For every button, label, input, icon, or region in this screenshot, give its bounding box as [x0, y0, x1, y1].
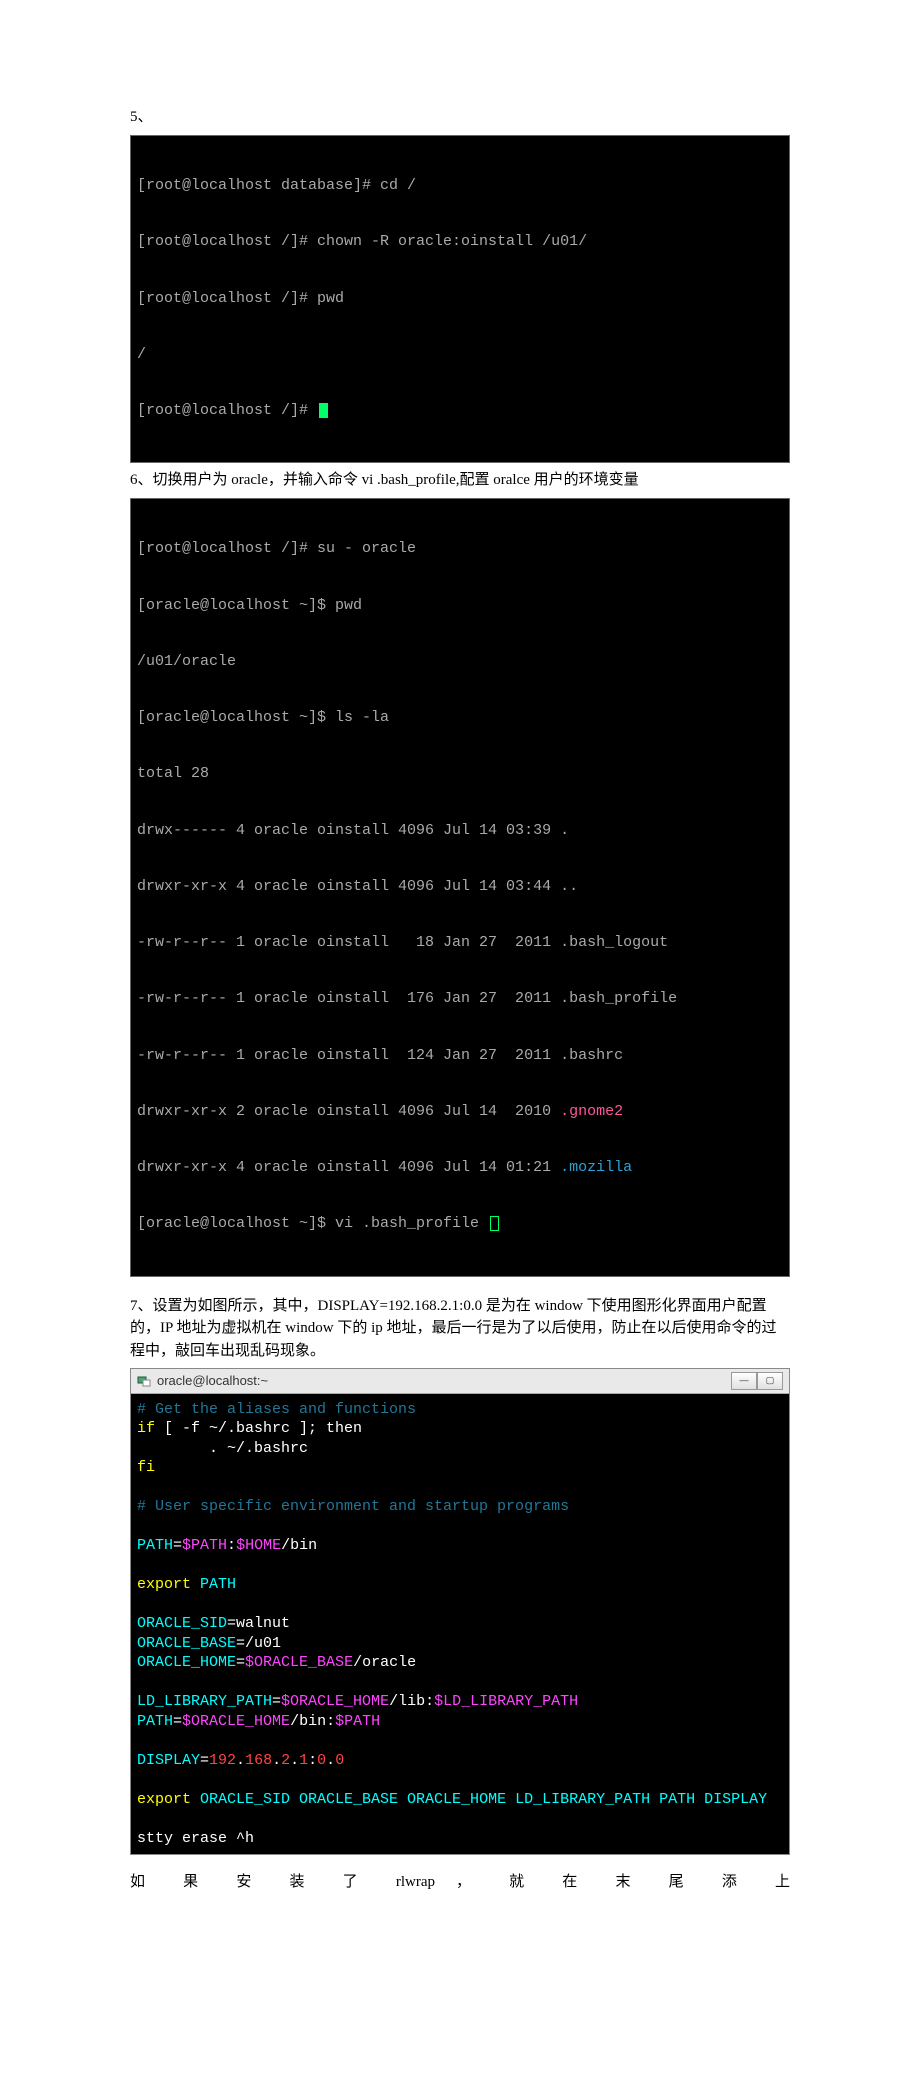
- vi-line: [137, 1673, 783, 1693]
- gnome2-dir: .gnome2: [560, 1103, 623, 1120]
- vi-line: ORACLE_SID=walnut: [137, 1614, 783, 1634]
- vi-line: if [ -f ~/.bashrc ]; then: [137, 1419, 783, 1439]
- vi-line: LD_LIBRARY_PATH=$ORACLE_HOME/lib:$LD_LIB…: [137, 1692, 783, 1712]
- term2-line: -rw-r--r-- 1 oracle oinstall 176 Jan 27 …: [137, 990, 783, 1009]
- maximize-button[interactable]: ▢: [757, 1372, 783, 1390]
- term2-line: [oracle@localhost ~]$ ls -la: [137, 709, 783, 728]
- vi-line: [137, 1770, 783, 1790]
- putty-body: # Get the aliases and functions if [ -f …: [131, 1394, 789, 1855]
- vi-line: ORACLE_BASE=/u01: [137, 1634, 783, 1654]
- term2-line: -rw-r--r-- 1 oracle oinstall 18 Jan 27 2…: [137, 934, 783, 953]
- vi-line: [137, 1556, 783, 1576]
- vi-line: fi: [137, 1458, 783, 1478]
- vi-line: [137, 1478, 783, 1498]
- vi-line: . ~/.bashrc: [137, 1439, 783, 1459]
- vi-line: stty erase ^h: [137, 1829, 783, 1849]
- minimize-button[interactable]: —: [731, 1372, 757, 1390]
- vi-line: ORACLE_HOME=$ORACLE_BASE/oracle: [137, 1653, 783, 1673]
- term2-line: total 28: [137, 765, 783, 784]
- term2-line: -rw-r--r-- 1 oracle oinstall 124 Jan 27 …: [137, 1047, 783, 1066]
- putty-titlebar: oracle@localhost:~ — ▢: [131, 1369, 789, 1394]
- putty-window: oracle@localhost:~ — ▢ # Get the aliases…: [130, 1368, 790, 1855]
- putty-title-area: oracle@localhost:~: [137, 1371, 268, 1391]
- term1-prompt: [root@localhost /]#: [137, 402, 317, 419]
- perm-text: drwxr-xr-x 4 oracle oinstall 4096 Jul 14…: [137, 1159, 560, 1176]
- vi-line: # User specific environment and startup …: [137, 1497, 783, 1517]
- window-controls: — ▢: [731, 1372, 783, 1390]
- cursor-icon: [319, 403, 328, 418]
- term2-line: [oracle@localhost ~]$ pwd: [137, 597, 783, 616]
- term2-line: drwxr-xr-x 2 oracle oinstall 4096 Jul 14…: [137, 1103, 783, 1122]
- term2-line: [root@localhost /]# su - oracle: [137, 540, 783, 559]
- document-page: 5、 [root@localhost database]# cd / [root…: [0, 0, 920, 2080]
- vi-line: export PATH: [137, 1575, 783, 1595]
- vi-line: PATH=$PATH:$HOME/bin: [137, 1536, 783, 1556]
- mozilla-dir: .mozilla: [560, 1159, 632, 1176]
- vi-line: DISPLAY=192.168.2.1:0.0: [137, 1751, 783, 1771]
- term2-line: [oracle@localhost ~]$ vi .bash_profile: [137, 1215, 783, 1234]
- perm-text: drwxr-xr-x 2 oracle oinstall 4096 Jul 14…: [137, 1103, 560, 1120]
- term2-line: /u01/oracle: [137, 653, 783, 672]
- terminal-block-1: [root@localhost database]# cd / [root@lo…: [130, 135, 790, 464]
- vi-line: # Get the aliases and functions: [137, 1400, 783, 1420]
- term2-prompt: [oracle@localhost ~]$ vi .bash_profile: [137, 1215, 488, 1232]
- cursor-outline-icon: [490, 1216, 499, 1231]
- term1-line: [root@localhost database]# cd /: [137, 177, 783, 196]
- term2-line: drwxr-xr-x 4 oracle oinstall 4096 Jul 14…: [137, 878, 783, 897]
- section-6-label: 6、切换用户为 oracle，并输入命令 vi .bash_profile,配置…: [130, 469, 790, 492]
- term2-line: drwxr-xr-x 4 oracle oinstall 4096 Jul 14…: [137, 1159, 783, 1178]
- vi-line: [137, 1731, 783, 1751]
- vi-line: export ORACLE_SID ORACLE_BASE ORACLE_HOM…: [137, 1790, 783, 1810]
- putty-title-text: oracle@localhost:~: [157, 1371, 268, 1391]
- section-7-label: 7、设置为如图所示，其中，DISPLAY=192.168.2.1:0.0 是为在…: [130, 1295, 790, 1363]
- term2-line: drwx------ 4 oracle oinstall 4096 Jul 14…: [137, 822, 783, 841]
- term1-line: [root@localhost /]# pwd: [137, 290, 783, 309]
- vi-line: [137, 1517, 783, 1537]
- term1-line: [root@localhost /]#: [137, 402, 783, 421]
- section-5-label: 5、: [130, 106, 790, 129]
- term1-line: /: [137, 346, 783, 365]
- vi-line: [137, 1809, 783, 1829]
- vi-line: [137, 1595, 783, 1615]
- vi-line: PATH=$ORACLE_HOME/bin:$PATH: [137, 1712, 783, 1732]
- footer-paragraph: 如 果 安 装 了 rlwrap ， 就 在 末 尾 添 上: [130, 1871, 790, 1894]
- putty-icon: [137, 1374, 151, 1388]
- terminal-block-2: [root@localhost /]# su - oracle [oracle@…: [130, 498, 790, 1277]
- term1-line: [root@localhost /]# chown -R oracle:oins…: [137, 233, 783, 252]
